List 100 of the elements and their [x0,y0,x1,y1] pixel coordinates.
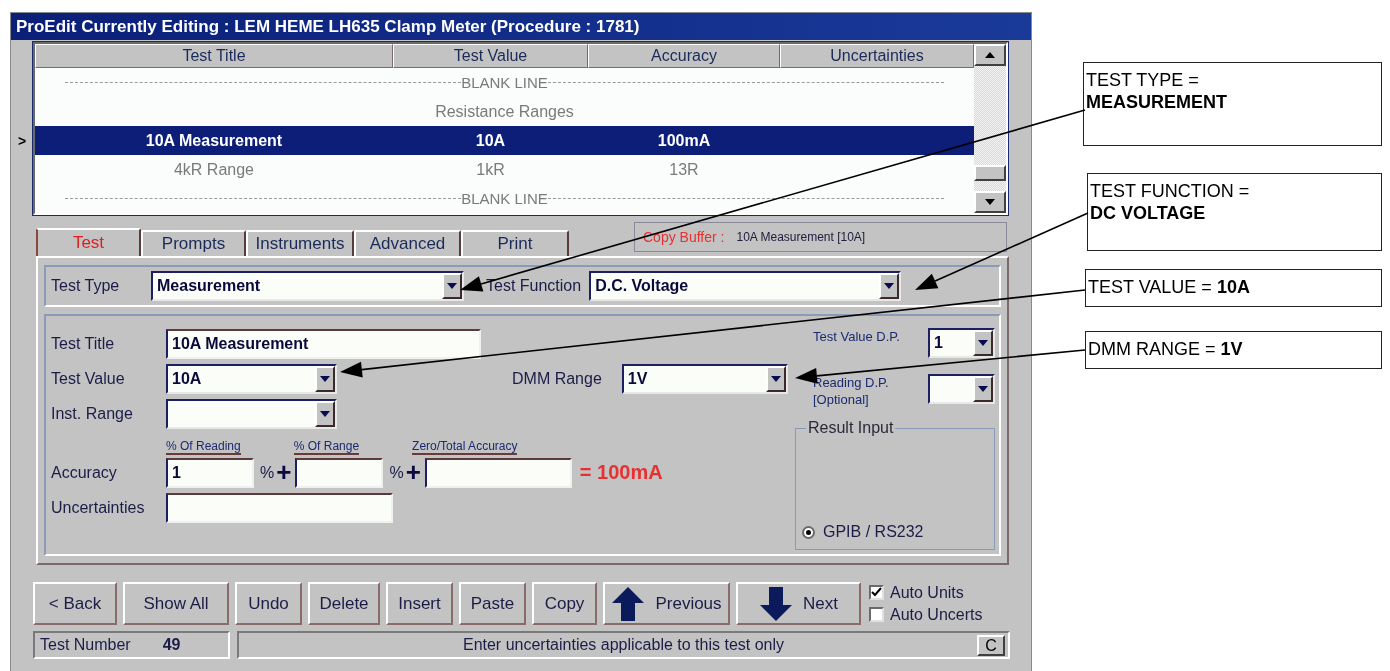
status-message: Enter uncertainties applicable to this test only [462,636,785,654]
input-field[interactable]: 1 [166,457,254,488]
scroll-thumb[interactable] [974,165,1006,181]
table-cell: 4kR Range [173,160,254,179]
field-label: Test Title [51,334,116,353]
caret-icon [320,410,330,417]
column-caption: % Of Range [293,439,360,455]
field-label: Inst. Range [51,404,134,423]
button[interactable]: Delete [308,582,380,625]
table-row[interactable]: Resistance Ranges [35,97,974,126]
checkbox-label: Auto Units [890,583,964,602]
callout-text: TEST FUNCTION = DC VOLTAGE [1090,180,1251,224]
dropdown[interactable]: Measurement [151,271,464,301]
dropdown[interactable]: 10A [166,363,337,394]
column-header[interactable]: Test Title [35,44,393,68]
button[interactable]: Next [736,582,861,625]
input-field[interactable] [166,492,393,523]
table-row[interactable]: 4kR Range 1kR 13R [35,155,974,184]
field-label: Test Type [51,277,121,295]
scrollbar[interactable] [974,44,1006,213]
dropdown[interactable] [928,374,995,404]
field-label: Accuracy [51,463,118,482]
column-header[interactable]: Accuracy [588,44,780,68]
table-row[interactable]: BLANK LINE [35,68,974,97]
caret-icon [770,375,781,382]
button[interactable]: Previous [603,582,730,625]
dropdown-button[interactable] [315,400,335,427]
caret-icon [978,340,988,346]
table-cell: 1kR [476,160,505,179]
table-cell: 10A [475,131,506,150]
input-field[interactable] [295,457,384,488]
checkbox-label: Auto Uncerts [890,605,983,624]
dropdown[interactable] [166,398,337,429]
test-number: 49 [162,636,181,654]
dropdown-button[interactable] [765,365,786,392]
group-title: Result Input [806,419,896,437]
up-triangle-icon [985,52,995,58]
caret-icon [320,375,330,382]
column-header[interactable]: Uncertainties [780,44,974,68]
field-label: Test Function [486,277,582,295]
dropdown[interactable]: 1V [621,363,788,394]
callout-text: TEST VALUE = 10A [1088,276,1251,298]
tab[interactable]: Advanced [354,230,461,256]
dropdown-button[interactable] [973,330,993,356]
button[interactable]: Paste [459,582,526,625]
tab[interactable]: Instruments [246,230,354,256]
button[interactable]: Copy [532,582,597,625]
field-label: DMM Range [512,369,602,388]
dropdown[interactable]: 1 [928,328,995,358]
clear-button[interactable]: C [977,635,1005,656]
window-title: ProEdit Currently Editing : LEM HEME LH635 Clamp Meter (Procedure : 1781) [16,16,640,37]
scroll-down-button[interactable] [974,191,1006,213]
selected-row[interactable]: 10A Measurement 10A 100mA [35,126,974,155]
dropdown[interactable]: D.C. Voltage [589,271,902,301]
plus-sign: + [405,457,421,488]
table-cell: 13R [669,160,699,179]
caret-icon [978,386,988,392]
button[interactable]: < Back [33,582,117,625]
field-label: Uncertainties [51,498,146,517]
status-label: Test Number [40,636,131,654]
button[interactable]: Insert [386,582,453,625]
down-triangle-icon [985,199,995,205]
checkbox[interactable] [869,585,884,600]
caret-icon [884,283,895,289]
dropdown-button[interactable] [315,365,335,392]
blank-line-label: BLANK LINE [461,190,548,207]
accuracy-result: = 100mA [579,461,663,484]
column-header[interactable]: Test Value [393,44,588,68]
input-field[interactable] [424,457,572,488]
blank-line-label: BLANK LINE [461,74,548,91]
callout-text: TEST TYPE = MEASUREMENT [1086,69,1228,113]
table-row[interactable]: BLANK LINE [35,184,974,213]
down-arrow-icon [759,585,793,622]
button[interactable]: Show All [123,582,229,625]
radio-label: GPIB / RS232 [823,523,924,541]
dropdown-button[interactable] [442,273,462,299]
button[interactable]: Undo [235,582,302,625]
copy-buffer-value: 10A Measurement [10A] [736,230,866,244]
radio-button[interactable] [802,525,815,539]
up-arrow-icon [611,585,646,622]
scroll-up-button[interactable] [974,44,1006,66]
table-cell: 10A Measurement [145,131,283,150]
input-field[interactable]: 10A Measurement [166,328,481,359]
tab[interactable]: Prompts [141,230,246,256]
dropdown-button[interactable] [879,273,900,299]
field-label: Test Value D.P. [813,328,901,345]
percent-sign: % [260,463,275,482]
callout-text: DMM RANGE = 1V [1088,338,1244,360]
field-label: Test Value [51,369,126,388]
percent-sign: % [389,463,404,482]
dropdown-button[interactable] [973,376,993,402]
copy-buffer-label: Copy Buffer : [643,229,725,245]
section-heading: Resistance Ranges [434,102,575,121]
table-cell: 100mA [657,131,711,150]
column-caption: Zero/Total Accuracy [412,439,518,455]
tab[interactable]: Print [461,230,569,256]
plus-sign: + [276,457,292,488]
column-caption: % Of Reading [166,439,241,455]
checkbox[interactable] [869,607,884,622]
row-marker: > [17,132,27,149]
